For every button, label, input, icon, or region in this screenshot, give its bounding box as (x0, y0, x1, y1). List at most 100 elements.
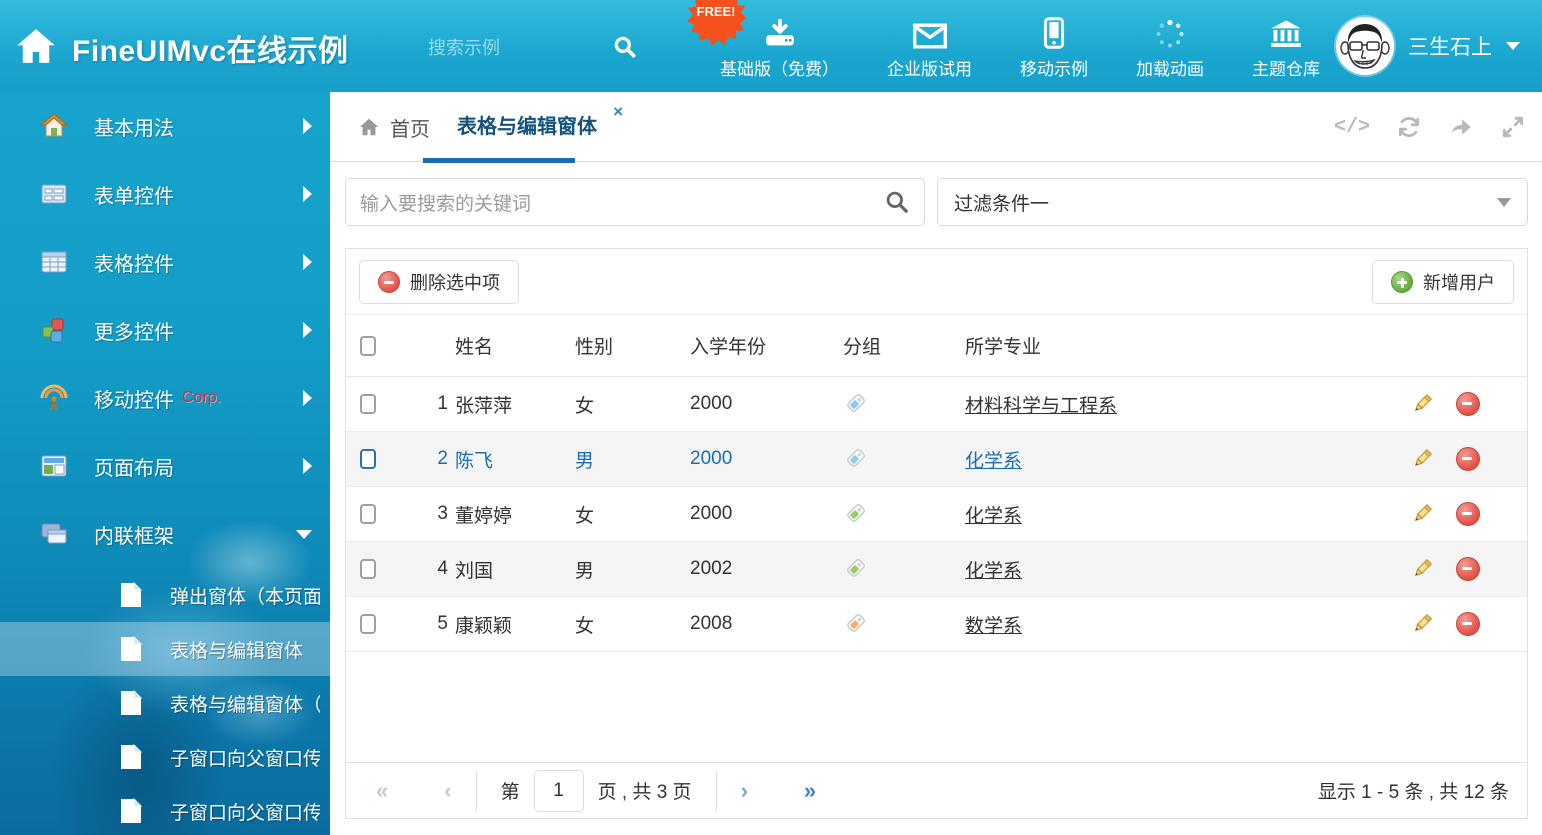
sidebar-subitem-child-to-parent[interactable]: 子窗口向父窗口传值 (0, 730, 330, 784)
delete-row-icon[interactable] (1456, 612, 1480, 636)
edit-pencil-icon[interactable] (1410, 557, 1434, 581)
column-header-name[interactable]: 姓名 (448, 332, 575, 359)
edit-pencil-icon[interactable] (1410, 612, 1434, 636)
filter-row: 输入要搜索的关键词 过滤条件一 (345, 178, 1528, 226)
chevron-down-icon[interactable] (1506, 42, 1520, 50)
row-checkbox[interactable] (360, 614, 376, 634)
sidebar-item-basic-usage[interactable]: 基本用法 (0, 92, 330, 160)
envelope-icon (913, 13, 947, 49)
next-page-button[interactable]: › (741, 778, 748, 804)
nav-enterprise-trial[interactable]: 企业版试用 (867, 0, 992, 92)
edit-pencil-icon[interactable] (1410, 392, 1434, 416)
column-header-group[interactable]: 分组 (843, 332, 965, 359)
chevron-down-icon (296, 530, 312, 539)
close-icon[interactable]: × (613, 102, 623, 122)
nav-loading-animation[interactable]: 加载动画 (1116, 0, 1224, 92)
add-user-button[interactable]: 新增用户 (1372, 260, 1514, 304)
nav-mobile-demo[interactable]: 移动示例 (1000, 0, 1108, 92)
edit-pencil-icon[interactable] (1410, 447, 1434, 471)
plus-circle-icon (1391, 271, 1413, 293)
nav-theme-repo[interactable]: 主题仓库 (1232, 0, 1340, 92)
delete-row-icon[interactable] (1456, 392, 1480, 416)
user-avatar[interactable] (1336, 17, 1394, 75)
download-icon (764, 13, 796, 49)
sidebar-item-grid-controls[interactable]: 表格控件 (0, 228, 330, 296)
chevron-right-icon (303, 186, 312, 202)
file-icon (120, 690, 142, 716)
delete-row-icon[interactable] (1456, 557, 1480, 581)
table-icon (40, 248, 68, 276)
row-checkbox[interactable] (360, 559, 376, 579)
delete-selected-button[interactable]: 删除选中项 (359, 260, 519, 304)
file-icon (120, 798, 142, 824)
keyword-search-input[interactable]: 输入要搜索的关键词 (345, 178, 925, 226)
row-checkbox[interactable] (360, 394, 376, 414)
sidebar-subitem-grid-edit-window-2[interactable]: 表格与编辑窗体（不... (0, 676, 330, 730)
table-row[interactable]: 5 康颖颖 女 2008 数学系 (346, 597, 1527, 652)
share-icon[interactable] (1448, 114, 1474, 140)
delete-row-icon[interactable] (1456, 447, 1480, 471)
nav-basic-edition-label: 基础版（免费） (720, 55, 839, 80)
sidebar-item-more-controls[interactable]: 更多控件 (0, 296, 330, 364)
search-icon[interactable] (884, 189, 910, 215)
column-header-gender[interactable]: 性别 (575, 332, 690, 359)
table-row[interactable]: 2 陈飞 男 2000 化学系 (346, 432, 1527, 487)
bank-icon (1269, 13, 1303, 49)
major-link[interactable]: 化学系 (965, 506, 1022, 527)
sidebar-subitem-child-to-parent-2[interactable]: 子窗口向父窗口传值... (0, 784, 330, 835)
select-all-checkbox[interactable] (360, 336, 376, 356)
sidebar-item-mobile-controls[interactable]: 移动控件 Corp. (0, 364, 330, 432)
tag-icon (843, 612, 867, 636)
last-page-button[interactable]: » (804, 778, 816, 804)
record-count-summary: 显示 1 - 5 条 , 共 12 条 (1318, 777, 1509, 804)
keyword-search-placeholder: 输入要搜索的关键词 (360, 189, 884, 216)
cell-gender: 男 (575, 556, 690, 583)
sidebar-subitem-grid-edit-window[interactable]: 表格与编辑窗体 (0, 622, 330, 676)
filter-dropdown[interactable]: 过滤条件一 (937, 178, 1528, 226)
sidebar-subitem-popup-window[interactable]: 弹出窗体（本页面或... (0, 568, 330, 622)
search-icon[interactable] (612, 34, 638, 60)
cell-gender: 女 (575, 611, 690, 638)
tab-grid-edit-window[interactable]: 表格与编辑窗体 × (423, 92, 575, 162)
user-name[interactable]: 三生石上 (1408, 31, 1492, 61)
chevron-right-icon (303, 118, 312, 134)
page-label-prefix: 第 (501, 777, 520, 804)
major-link[interactable]: 数学系 (965, 616, 1022, 637)
user-menu: 三生石上 (1336, 0, 1520, 92)
edit-pencil-icon[interactable] (1410, 502, 1434, 526)
antenna-icon (40, 384, 68, 412)
delete-row-icon[interactable] (1456, 502, 1480, 526)
app-title: FineUIMvc在线示例 (72, 26, 349, 70)
major-link[interactable]: 化学系 (965, 561, 1022, 582)
home-icon[interactable] (14, 24, 58, 68)
major-link[interactable]: 材料科学与工程系 (965, 396, 1117, 417)
sidebar-item-label: 页面布局 (94, 452, 174, 481)
sidebar-item-form-controls[interactable]: 表单控件 (0, 160, 330, 228)
table-row[interactable]: 3 董婷婷 女 2000 化学系 (346, 487, 1527, 542)
page-number-input[interactable] (534, 770, 584, 812)
table-row[interactable]: 1 张萍萍 女 2000 材料科学与工程系 (346, 377, 1527, 432)
header-search-input[interactable]: 搜索示例 (428, 28, 638, 66)
refresh-icon[interactable] (1396, 114, 1422, 140)
prev-page-button[interactable]: ‹ (444, 778, 451, 804)
chevron-right-icon (303, 322, 312, 338)
form-icon (40, 180, 68, 208)
major-link[interactable]: 化学系 (965, 451, 1022, 472)
tab-home[interactable]: 首页 (358, 92, 430, 162)
sidebar-item-iframe[interactable]: 内联框架 (0, 500, 330, 568)
sidebar-item-page-layout[interactable]: 页面布局 (0, 432, 330, 500)
header-search-placeholder: 搜索示例 (428, 34, 612, 60)
chevron-down-icon (1497, 198, 1511, 207)
cell-name: 刘国 (448, 556, 575, 583)
first-page-button[interactable]: « (376, 778, 388, 804)
column-header-year[interactable]: 入学年份 (690, 332, 843, 359)
layout-icon (40, 452, 68, 480)
pagination-bar: « ‹ 第 页 , 共 3 页 › » 显示 1 - 5 条 , 共 12 条 (346, 762, 1527, 818)
row-checkbox[interactable] (360, 449, 376, 469)
view-source-icon[interactable]: </> (1334, 116, 1370, 139)
column-header-major[interactable]: 所学专业 (965, 332, 1410, 359)
row-checkbox[interactable] (360, 504, 376, 524)
table-row[interactable]: 4 刘国 男 2002 化学系 (346, 542, 1527, 597)
cell-year: 2002 (690, 558, 843, 580)
expand-icon[interactable] (1500, 114, 1526, 140)
